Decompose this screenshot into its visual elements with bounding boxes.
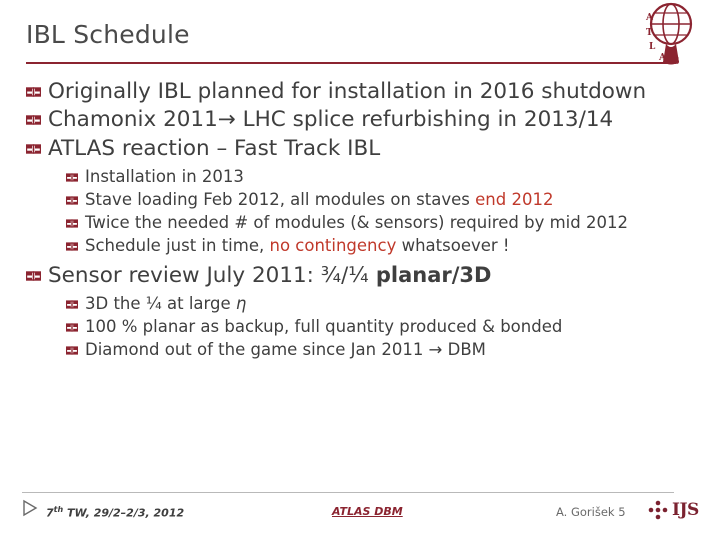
bullet-marker-icon	[66, 172, 78, 184]
bullet-marker-icon	[26, 142, 41, 157]
footer-left-rest: TW, 29/2–2/3, 2012	[63, 506, 185, 520]
bullet-item: Sensor review July 2011: ¾/¼ planar/3D	[26, 262, 696, 290]
play-arrow-icon	[20, 498, 40, 518]
footer-left-text: 7th TW, 29/2–2/3, 2012	[46, 505, 184, 520]
ijs-dots-icon	[648, 500, 668, 520]
bullet-text-plain: 3D the ¼ at large	[85, 293, 236, 313]
bullet-item: Stave loading Feb 2012, all modules on s…	[66, 189, 696, 211]
bullet-text: Installation in 2013	[85, 167, 244, 187]
footer-left-ordinal: th	[53, 505, 64, 514]
bullet-item: Schedule just in time, no contingency wh…	[66, 235, 696, 257]
bullet-marker-icon	[66, 299, 78, 311]
bullet-text-plain: Stave loading Feb 2012, all modules on s…	[85, 190, 476, 210]
bullet-item: Chamonix 2011→ LHC splice refurbishing i…	[26, 106, 696, 134]
bullet-text-plain: Sensor review July 2011:	[48, 262, 321, 288]
bullet-text-suffix: whatsoever !	[396, 236, 510, 256]
bullet-item: Installation in 2013	[66, 166, 696, 188]
bullet-marker-icon	[26, 269, 41, 284]
bullet-marker-icon	[26, 113, 41, 128]
title-divider	[26, 62, 674, 64]
bullet-item: Diamond out of the game since Jan 2011 →…	[66, 339, 696, 361]
bullet-text-bold: planar/3D	[368, 262, 492, 287]
bullet-text: Schedule just in time, no contingency wh…	[85, 235, 510, 257]
svg-text:S: S	[673, 57, 680, 67]
bullet-item: Twice the needed # of modules (& sensors…	[66, 212, 696, 234]
svg-text:L: L	[649, 42, 656, 52]
bullet-text: Originally IBL planned for installation …	[48, 79, 647, 104]
slide-body: Originally IBL planned for installation …	[26, 78, 696, 364]
bullet-marker-icon	[26, 85, 41, 100]
footer-divider	[22, 492, 674, 493]
bullet-item: Originally IBL planned for installation …	[26, 78, 696, 106]
slide: IBL Schedule A T L A S Originally IBL pl…	[0, 0, 720, 540]
bullet-item: 100 % planar as backup, full quantity pr…	[66, 316, 696, 338]
svg-text:A: A	[645, 13, 654, 23]
footer-left-number: 7	[46, 506, 54, 520]
bullet-text: 100 % planar as backup, full quantity pr…	[85, 317, 563, 337]
ijs-logo-text: IJS	[672, 500, 699, 520]
bullet-text: ATLAS reaction – Fast Track IBL	[48, 135, 381, 161]
footer-author-page: A. Gorišek 5	[556, 505, 626, 519]
bullet-item: ATLAS reaction – Fast Track IBL	[26, 135, 696, 163]
svg-text:A: A	[658, 53, 667, 63]
bullet-text: Stave loading Feb 2012, all modules on s…	[85, 189, 553, 211]
bullet-text: Twice the needed # of modules (& sensors…	[85, 213, 628, 233]
bullet-item: 3D the ¼ at large η	[66, 293, 696, 315]
bullet-marker-icon	[66, 345, 78, 357]
bullet-text-plain: Schedule just in time,	[85, 236, 270, 256]
bullet-text-fraction: ¾/¼	[320, 262, 369, 287]
bullet-marker-icon	[66, 218, 78, 230]
svg-text:T: T	[646, 28, 653, 38]
bullet-text: Sensor review July 2011: ¾/¼ planar/3D	[48, 262, 491, 290]
bullet-text: Chamonix 2011→ LHC splice refurbishing i…	[48, 107, 614, 133]
ijs-logo: IJS	[648, 498, 710, 522]
page-title: IBL Schedule	[26, 20, 190, 49]
footer-center-link[interactable]: ATLAS DBM	[332, 505, 403, 518]
bullet-text-highlight: end 2012	[475, 190, 554, 210]
sub-bullet-group: Installation in 2013 Stave loading Feb 2…	[26, 166, 696, 257]
bullet-marker-icon	[66, 195, 78, 207]
atlas-logo-icon: A T L A S	[630, 2, 708, 70]
sub-bullet-group: 3D the ¼ at large η 100 % planar as back…	[26, 293, 696, 361]
bullet-text: Diamond out of the game since Jan 2011 →…	[85, 340, 486, 360]
bullet-marker-icon	[66, 322, 78, 334]
bullet-text: 3D the ¼ at large η	[85, 293, 246, 315]
bullet-marker-icon	[66, 241, 78, 253]
bullet-text-italic: η	[235, 293, 247, 313]
bullet-text-highlight: no contingency	[269, 236, 397, 256]
